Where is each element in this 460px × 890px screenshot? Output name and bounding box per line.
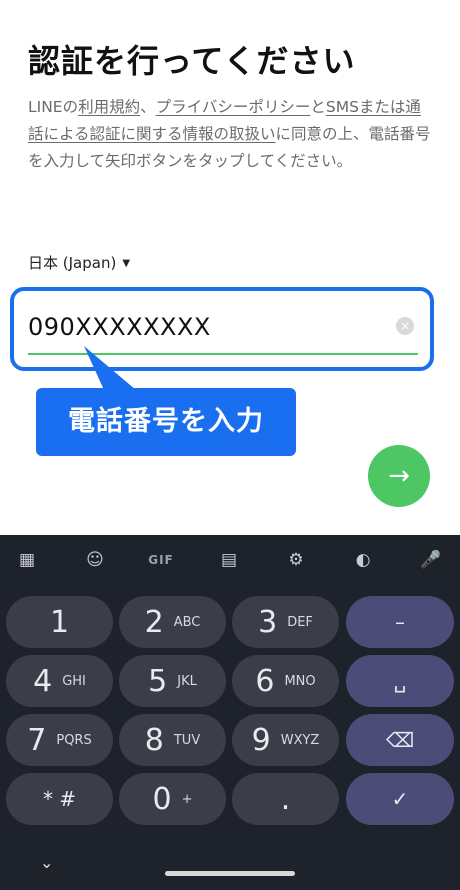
country-selector[interactable]: 日本 (Japan) ▼ (28, 252, 130, 273)
key-letters: PQRS (56, 732, 92, 748)
settings-gear-icon[interactable]: ⚙ (279, 547, 313, 573)
key-letters: + (181, 791, 193, 807)
collapse-keyboard-icon[interactable]: ⌄ (40, 853, 53, 872)
done-key[interactable]: ✓ (346, 773, 454, 825)
backspace-icon: ⌫ (385, 728, 415, 752)
callout-pointer (84, 346, 136, 390)
phone-input-highlight: 090XXXXXXXX × (10, 287, 434, 371)
backspace-key[interactable]: ⌫ (346, 714, 454, 766)
key-digit: 8 (144, 722, 164, 758)
terms-link[interactable]: 利用規約 (78, 98, 140, 116)
apps-grid-icon[interactable]: ▦ (10, 547, 44, 573)
key-letters: TUV (173, 732, 201, 748)
numeric-keyboard: ▦ ☺ GIF ▤ ⚙ ◐ 🎤 1 2 ABC 3 DEF – 4 GHI 5 JKL … (0, 535, 460, 890)
key-digit: 4 (33, 663, 53, 699)
minus-icon: – (395, 610, 405, 634)
palette-icon[interactable]: ◐ (346, 547, 380, 573)
key-digit: . (280, 781, 291, 817)
country-label: 日本 (Japan) (28, 254, 117, 272)
next-arrow-button[interactable]: → (368, 445, 430, 507)
phone-number-value: 090XXXXXXXX (28, 313, 211, 341)
key-digit: * # (42, 787, 77, 811)
minus-key[interactable]: – (346, 596, 454, 648)
gif-button[interactable]: GIF (144, 547, 178, 573)
key-letters: JKL (177, 673, 197, 689)
key-7[interactable]: 7 PQRS (6, 714, 113, 766)
key-6[interactable]: 6 MNO (232, 655, 339, 707)
desc-text: LINEの (28, 98, 79, 116)
clipboard-icon[interactable]: ▤ (212, 547, 246, 573)
arrow-right-icon: → (388, 461, 410, 491)
key-digit: 2 (144, 604, 164, 640)
key-3[interactable]: 3 DEF (232, 596, 339, 648)
key-digit: 5 (148, 663, 168, 699)
key-letters: DEF (287, 614, 313, 630)
privacy-policy-link[interactable]: プライバシーポリシー (156, 98, 311, 116)
key-digit: 9 (251, 722, 271, 758)
key-letters: GHI (62, 673, 86, 689)
callout-label: 電話番号を入力 (36, 388, 296, 456)
key-5[interactable]: 5 JKL (119, 655, 226, 707)
sticker-icon[interactable]: ☺ (78, 547, 112, 573)
page-title: 認証を行ってください (28, 42, 356, 80)
key-star-hash[interactable]: * # (6, 773, 113, 825)
key-digit: 6 (255, 663, 275, 699)
key-digit: 1 (49, 604, 70, 640)
checkmark-icon: ✓ (391, 787, 409, 811)
space-key[interactable]: ␣ (346, 655, 454, 707)
key-8[interactable]: 8 TUV (119, 714, 226, 766)
key-0[interactable]: 0 + (119, 773, 226, 825)
key-4[interactable]: 4 GHI (6, 655, 113, 707)
key-digit: 7 (27, 722, 47, 758)
desc-text: と (310, 98, 326, 116)
desc-text: 、 (140, 98, 156, 116)
consent-description: LINEの利用規約、プライバシーポリシーとSMSまたは通話による認証に関する情報… (28, 94, 433, 175)
dropdown-arrow-icon: ▼ (122, 258, 131, 269)
key-period[interactable]: . (232, 773, 339, 825)
key-digit: 0 (152, 781, 172, 817)
clear-icon[interactable]: × (396, 317, 414, 335)
key-digit: 3 (258, 604, 278, 640)
microphone-icon[interactable]: 🎤 (414, 547, 448, 573)
key-letters: ABC (173, 614, 201, 630)
key-2[interactable]: 2 ABC (119, 596, 226, 648)
navigation-handle[interactable] (165, 871, 295, 876)
key-1[interactable]: 1 (6, 596, 113, 648)
key-letters: WXYZ (280, 732, 320, 748)
key-letters: MNO (284, 673, 316, 689)
key-9[interactable]: 9 WXYZ (232, 714, 339, 766)
space-icon: ␣ (393, 669, 407, 693)
